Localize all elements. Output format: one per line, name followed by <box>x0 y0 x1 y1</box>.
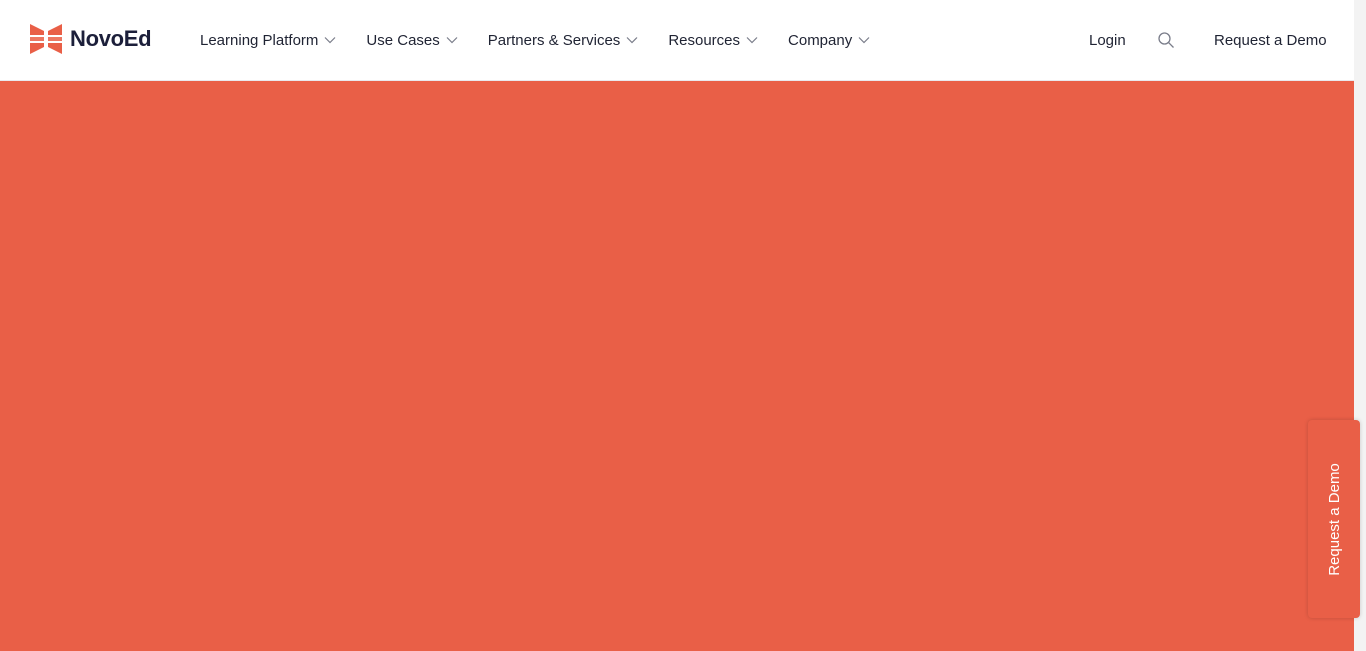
request-demo-link[interactable]: Request a Demo <box>1214 0 1327 80</box>
nav-item-company[interactable]: Company <box>788 32 870 49</box>
chevron-down-icon <box>446 37 458 44</box>
site-header: NovoEd Learning Platform Use Cases Partn… <box>0 0 1354 81</box>
nav-item-label: Partners & Services <box>487 31 621 49</box>
nav-item-label: Use Cases <box>366 31 440 49</box>
nav-item-partners-services[interactable]: Partners & Services <box>488 32 639 49</box>
nav-item-label: Learning Platform <box>200 31 319 49</box>
main-nav: Learning Platform Use Cases Partners & S… <box>200 0 900 80</box>
nav-item-label: Resources <box>668 31 741 49</box>
request-demo-side-tab[interactable]: Request a Demo <box>1308 420 1360 618</box>
hero-section <box>0 81 1354 651</box>
nav-item-learning-platform[interactable]: Learning Platform <box>200 32 336 49</box>
novoed-logo-icon <box>30 24 62 54</box>
chevron-down-icon <box>858 37 870 44</box>
chevron-down-icon <box>626 37 638 44</box>
nav-item-use-cases[interactable]: Use Cases <box>366 31 458 49</box>
login-link[interactable]: Login <box>1089 0 1126 80</box>
brand-logo[interactable]: NovoEd <box>30 22 152 56</box>
side-tab-label: Request a Demo <box>1325 462 1343 576</box>
chevron-down-icon <box>324 37 336 44</box>
chevron-down-icon <box>746 37 758 44</box>
search-icon <box>1158 32 1174 48</box>
nav-item-resources[interactable]: Resources <box>668 32 758 49</box>
brand-name: NovoEd <box>70 26 152 51</box>
nav-item-label: Company <box>788 31 853 49</box>
search-button[interactable] <box>1157 0 1175 80</box>
